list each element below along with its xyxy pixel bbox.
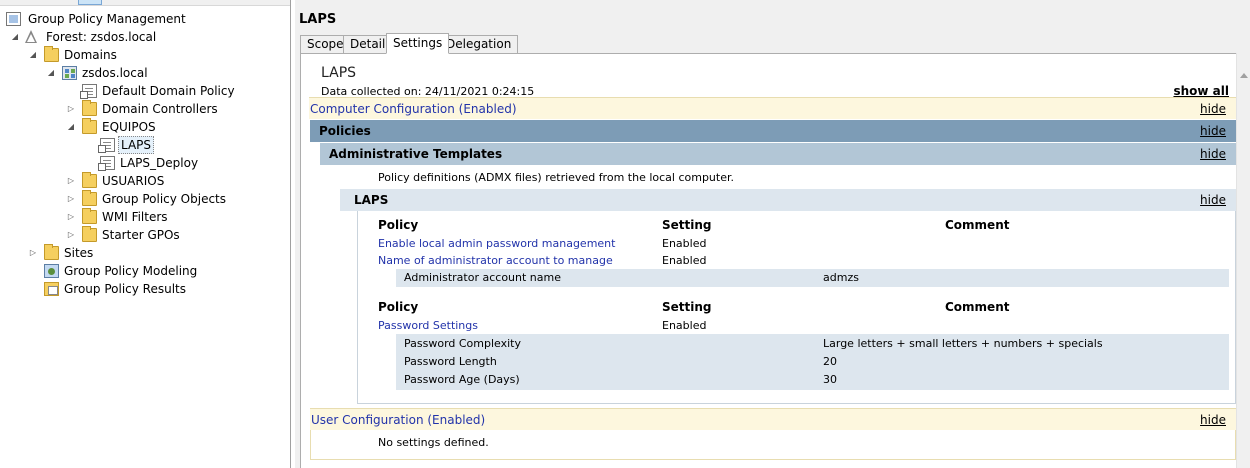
policy-subsetting-row: Password Length 20 xyxy=(396,353,1229,371)
policy-subsetting-row: Password Complexity Large letters + smal… xyxy=(396,335,1229,353)
column-header-policy: Policy xyxy=(378,300,419,314)
subsetting-name: Password Complexity xyxy=(404,337,522,350)
subsetting-name: Administrator account name xyxy=(404,271,561,284)
column-header-setting: Setting xyxy=(662,218,712,232)
policies-header[interactable]: Policies hide xyxy=(310,120,1236,142)
section-title: Policies xyxy=(319,124,371,138)
settings-report-view: LAPS Data collected on: 24/11/2021 0:24:… xyxy=(300,53,1250,468)
hide-link[interactable]: hide xyxy=(1200,189,1226,211)
section-title: Computer Configuration (Enabled) xyxy=(310,102,517,116)
hide-link[interactable]: hide xyxy=(1200,409,1226,431)
administrative-templates-header[interactable]: Administrative Templates hide xyxy=(320,143,1236,165)
tree-node-label: LAPS xyxy=(118,136,155,154)
collapse-twisty-icon[interactable]: ◢ xyxy=(46,64,56,82)
no-settings-text: No settings defined. xyxy=(378,436,489,449)
subsetting-value: 30 xyxy=(823,373,837,386)
gpo-link-icon xyxy=(98,156,115,171)
expand-twisty-icon[interactable]: ▷ xyxy=(66,226,76,244)
tree-node-label: zsdos.local xyxy=(82,66,148,80)
computer-configuration-header[interactable]: Computer Configuration (Enabled) hide xyxy=(309,97,1236,119)
expand-twisty-icon[interactable]: ▷ xyxy=(66,208,76,226)
expand-twisty-icon[interactable]: ▷ xyxy=(66,190,76,208)
tree-node-label: Group Policy Objects xyxy=(102,192,227,206)
domain-icon xyxy=(62,66,77,80)
subsetting-value: 20 xyxy=(823,355,837,368)
tree-node-label: Group Policy Results xyxy=(64,282,187,296)
ou-folder-icon xyxy=(82,100,97,116)
column-header-comment: Comment xyxy=(945,300,1010,314)
tree-node-label: LAPS_Deploy xyxy=(120,156,199,170)
sites-folder-icon xyxy=(44,244,59,260)
subsetting-name: Password Length xyxy=(404,355,497,368)
tree-node-label: Forest: zsdos.local xyxy=(46,30,157,44)
collapse-twisty-icon[interactable]: ◢ xyxy=(28,46,38,64)
expand-twisty-icon[interactable]: ▷ xyxy=(28,244,38,262)
vertical-scrollbar[interactable] xyxy=(1236,53,1250,468)
folder-icon xyxy=(44,46,59,62)
subsetting-name: Password Age (Days) xyxy=(404,373,520,386)
tree-node-label: WMI Filters xyxy=(102,210,168,224)
folder-icon xyxy=(82,190,97,206)
ou-folder-icon xyxy=(82,118,97,134)
column-header-setting: Setting xyxy=(662,300,712,314)
scroll-up-arrow-icon[interactable] xyxy=(1240,73,1248,78)
tree-node-label: USUARIOS xyxy=(102,174,165,188)
subsetting-value: admzs xyxy=(823,271,859,284)
policy-link[interactable]: Enable local admin password management xyxy=(378,237,615,250)
policy-link[interactable]: Password Settings xyxy=(378,319,478,332)
results-icon xyxy=(44,282,59,296)
modeling-icon xyxy=(44,264,59,278)
toolbar-selected-button[interactable] xyxy=(78,0,102,5)
hide-link[interactable]: hide xyxy=(1200,120,1226,142)
column-header-policy: Policy xyxy=(378,218,419,232)
folder-icon xyxy=(82,226,97,242)
admx-note: Policy definitions (ADMX files) retrieve… xyxy=(378,171,734,184)
tab-delegation[interactable]: Delegation xyxy=(439,35,519,54)
gpo-link-icon xyxy=(80,84,97,99)
folder-icon xyxy=(82,208,97,224)
policy-setting: Enabled xyxy=(662,237,707,250)
subsetting-value: Large letters + small letters + numbers … xyxy=(823,337,1103,350)
console-tree: Group Policy Management ◢ Forest: zsdos.… xyxy=(0,0,291,468)
page-title: LAPS xyxy=(299,12,337,27)
tree-node-label: Sites xyxy=(64,246,94,260)
show-all-link[interactable]: show all xyxy=(1173,84,1229,98)
tree-node-label: Group Policy Modeling xyxy=(64,264,198,278)
tree-node-label: Default Domain Policy xyxy=(102,84,235,98)
user-configuration-header[interactable]: User Configuration (Enabled) hide xyxy=(310,408,1236,430)
gpo-link-icon xyxy=(98,138,115,153)
tree-node-label: Starter GPOs xyxy=(102,228,180,242)
details-pane: LAPS Scope Details Settings Delegation L… xyxy=(295,0,1250,468)
report-title: LAPS xyxy=(321,65,357,81)
hide-link[interactable]: hide xyxy=(1200,98,1226,120)
expand-twisty-icon[interactable]: ▷ xyxy=(66,172,76,190)
collapse-twisty-icon[interactable]: ◢ xyxy=(66,118,76,136)
toolbar-strip xyxy=(0,0,290,6)
forest-icon xyxy=(24,30,39,44)
collapse-twisty-icon[interactable]: ◢ xyxy=(10,28,20,46)
tree-node-label: Domains xyxy=(64,48,117,62)
policy-setting: Enabled xyxy=(662,319,707,332)
policy-link[interactable]: Name of administrator account to manage xyxy=(378,254,613,267)
policy-subsetting-row: Administrator account name admzs xyxy=(396,269,1229,287)
tree-node-label: Group Policy Management xyxy=(28,12,186,26)
section-title: Administrative Templates xyxy=(329,147,503,161)
laps-section-header[interactable]: LAPS hide xyxy=(340,189,1236,211)
tree-node-label: EQUIPOS xyxy=(102,120,156,134)
column-header-comment: Comment xyxy=(945,218,1010,232)
section-title: LAPS xyxy=(354,193,389,207)
tree-node-label: Domain Controllers xyxy=(102,102,218,116)
gpm-console-icon xyxy=(6,12,21,26)
hide-link[interactable]: hide xyxy=(1200,143,1226,165)
section-title: User Configuration (Enabled) xyxy=(311,413,486,427)
policy-subsetting-row: Password Age (Days) 30 xyxy=(396,371,1229,389)
gpmc-window: Group Policy Management ◢ Forest: zsdos.… xyxy=(0,0,1250,468)
policy-setting: Enabled xyxy=(662,254,707,267)
ou-folder-icon xyxy=(82,172,97,188)
tab-settings[interactable]: Settings xyxy=(386,33,450,54)
expand-twisty-icon[interactable]: ▷ xyxy=(66,100,76,118)
